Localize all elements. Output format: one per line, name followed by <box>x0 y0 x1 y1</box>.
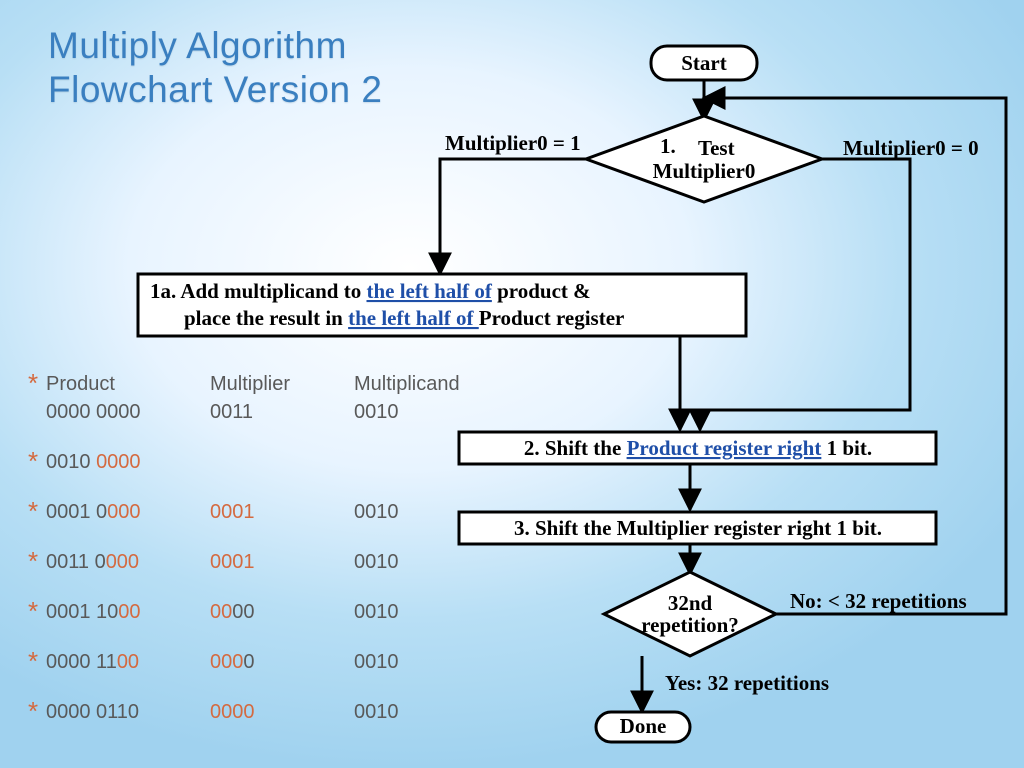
svg-text:1.: 1. <box>660 134 676 158</box>
node-step1a: 1a. Add multiplicand to the left half of… <box>138 274 746 336</box>
svg-text:Start: Start <box>681 51 727 75</box>
col-header-multiplier: Multiplier <box>210 374 354 394</box>
label-mult1: Multiplier0 = 1 <box>445 131 581 155</box>
col-header-multiplicand: Multiplicand <box>354 374 504 394</box>
svg-text:Multiplier0: Multiplier0 <box>653 159 756 183</box>
table-row: * 0011 0000 0001 0010 <box>28 546 504 572</box>
svg-text:place the result in the left h: place the result in the left half of Pro… <box>184 306 624 330</box>
svg-text:2. Shift the Product register: 2. Shift the Product register right 1 bi… <box>524 436 872 460</box>
table-row: * 0010 0000 <box>28 446 504 472</box>
node-test: 1. Test Multiplier0 <box>586 116 822 202</box>
node-repetition: 32nd repetition? <box>604 572 776 656</box>
arrow-test-1a <box>440 159 586 274</box>
label-mult0: Multiplier0 = 0 <box>843 136 979 160</box>
node-start: Start <box>651 46 757 80</box>
node-step3: 3. Shift the Multiplier register right 1… <box>459 512 936 544</box>
trace-table: * Product Multiplier Multiplicand * 0000… <box>28 368 504 722</box>
page-title: Multiply Algorithm Flowchart Version 2 M… <box>48 24 382 111</box>
table-row: * 0000 1100 0000 0010 <box>28 646 504 672</box>
col-header-product: Product <box>46 374 210 394</box>
svg-text:Test: Test <box>698 136 735 160</box>
table-row: * 0000 0110 0000 0010 <box>28 696 504 722</box>
svg-text:1a. Add multiplicand to the le: 1a. Add multiplicand to the left half of… <box>150 279 591 303</box>
svg-text:32nd: 32nd <box>668 591 713 615</box>
node-done: Done <box>596 712 690 742</box>
label-yes: Yes: 32 repetitions <box>665 671 829 695</box>
svg-text:repetition?: repetition? <box>641 613 739 637</box>
table-row: * 0000 0000 0011 0010 <box>28 396 504 422</box>
svg-text:3. Shift the Multiplier regist: 3. Shift the Multiplier register right 1… <box>514 516 882 540</box>
table-row: * 0001 0000 0001 0010 <box>28 496 504 522</box>
table-row: * 0001 1000 0000 0010 <box>28 596 504 622</box>
label-no: No: < 32 repetitions <box>790 589 967 613</box>
svg-text:Done: Done <box>620 714 667 738</box>
node-step2: 2. Shift the Product register right 1 bi… <box>459 432 936 464</box>
